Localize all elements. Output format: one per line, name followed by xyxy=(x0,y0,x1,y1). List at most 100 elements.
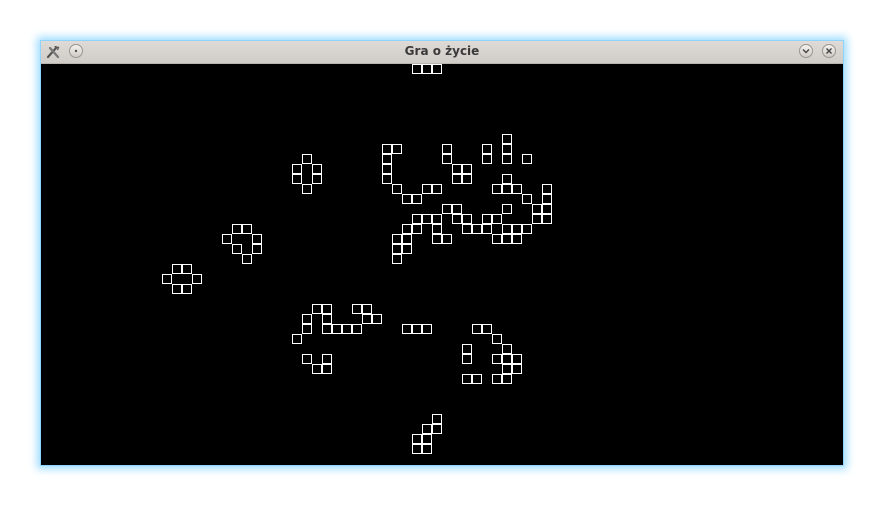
live-cell[interactable] xyxy=(502,224,512,234)
live-cell[interactable] xyxy=(352,304,362,314)
live-cell[interactable] xyxy=(462,354,472,364)
live-cell[interactable] xyxy=(432,234,442,244)
live-cell[interactable] xyxy=(432,64,442,74)
live-cell[interactable] xyxy=(342,324,352,334)
live-cell[interactable] xyxy=(502,234,512,244)
life-board[interactable] xyxy=(41,64,843,465)
live-cell[interactable] xyxy=(412,444,422,454)
live-cell[interactable] xyxy=(492,234,502,244)
live-cell[interactable] xyxy=(302,184,312,194)
live-cell[interactable] xyxy=(502,364,512,374)
live-cell[interactable] xyxy=(302,354,312,364)
live-cell[interactable] xyxy=(512,184,522,194)
live-cell[interactable] xyxy=(432,424,442,434)
live-cell[interactable] xyxy=(492,214,502,224)
live-cell[interactable] xyxy=(462,374,472,384)
board-grid[interactable] xyxy=(41,64,843,465)
live-cell[interactable] xyxy=(482,324,492,334)
live-cell[interactable] xyxy=(442,204,452,214)
live-cell[interactable] xyxy=(432,224,442,234)
live-cell[interactable] xyxy=(412,434,422,444)
live-cell[interactable] xyxy=(382,144,392,154)
live-cell[interactable] xyxy=(422,444,432,454)
live-cell[interactable] xyxy=(302,154,312,164)
live-cell[interactable] xyxy=(522,224,532,234)
live-cell[interactable] xyxy=(322,354,332,364)
live-cell[interactable] xyxy=(532,214,542,224)
live-cell[interactable] xyxy=(312,164,322,174)
live-cell[interactable] xyxy=(502,374,512,384)
live-cell[interactable] xyxy=(402,244,412,254)
live-cell[interactable] xyxy=(292,334,302,344)
live-cell[interactable] xyxy=(432,214,442,224)
live-cell[interactable] xyxy=(482,154,492,164)
live-cell[interactable] xyxy=(422,324,432,334)
live-cell[interactable] xyxy=(502,134,512,144)
live-cell[interactable] xyxy=(242,224,252,234)
live-cell[interactable] xyxy=(242,254,252,264)
live-cell[interactable] xyxy=(332,324,342,334)
live-cell[interactable] xyxy=(322,314,332,324)
live-cell[interactable] xyxy=(422,434,432,444)
live-cell[interactable] xyxy=(402,224,412,234)
live-cell[interactable] xyxy=(302,314,312,324)
live-cell[interactable] xyxy=(162,274,172,284)
live-cell[interactable] xyxy=(432,414,442,424)
live-cell[interactable] xyxy=(382,164,392,174)
live-cell[interactable] xyxy=(522,194,532,204)
live-cell[interactable] xyxy=(422,184,432,194)
live-cell[interactable] xyxy=(482,214,492,224)
live-cell[interactable] xyxy=(172,264,182,274)
live-cell[interactable] xyxy=(182,264,192,274)
live-cell[interactable] xyxy=(392,254,402,264)
live-cell[interactable] xyxy=(402,234,412,244)
live-cell[interactable] xyxy=(502,144,512,154)
live-cell[interactable] xyxy=(542,184,552,194)
live-cell[interactable] xyxy=(472,374,482,384)
live-cell[interactable] xyxy=(362,304,372,314)
live-cell[interactable] xyxy=(412,64,422,74)
live-cell[interactable] xyxy=(452,214,462,224)
live-cell[interactable] xyxy=(462,174,472,184)
live-cell[interactable] xyxy=(232,224,242,234)
live-cell[interactable] xyxy=(352,324,362,334)
live-cell[interactable] xyxy=(392,144,402,154)
live-cell[interactable] xyxy=(462,214,472,224)
live-cell[interactable] xyxy=(532,204,542,214)
live-cell[interactable] xyxy=(452,164,462,174)
live-cell[interactable] xyxy=(492,354,502,364)
live-cell[interactable] xyxy=(192,274,202,284)
live-cell[interactable] xyxy=(382,174,392,184)
live-cell[interactable] xyxy=(252,234,262,244)
live-cell[interactable] xyxy=(512,224,522,234)
close-icon[interactable] xyxy=(822,44,836,58)
live-cell[interactable] xyxy=(412,224,422,234)
live-cell[interactable] xyxy=(482,144,492,154)
minimize-icon[interactable] xyxy=(799,44,813,58)
live-cell[interactable] xyxy=(182,284,192,294)
live-cell[interactable] xyxy=(522,154,532,164)
live-cell[interactable] xyxy=(512,364,522,374)
live-cell[interactable] xyxy=(322,324,332,334)
live-cell[interactable] xyxy=(322,304,332,314)
live-cell[interactable] xyxy=(402,194,412,204)
live-cell[interactable] xyxy=(492,334,502,344)
live-cell[interactable] xyxy=(462,164,472,174)
live-cell[interactable] xyxy=(472,324,482,334)
live-cell[interactable] xyxy=(472,224,482,234)
live-cell[interactable] xyxy=(302,324,312,334)
live-cell[interactable] xyxy=(172,284,182,294)
live-cell[interactable] xyxy=(402,324,412,334)
live-cell[interactable] xyxy=(442,234,452,244)
live-cell[interactable] xyxy=(432,184,442,194)
title-bar[interactable]: Gra o życie xyxy=(41,41,843,64)
live-cell[interactable] xyxy=(502,344,512,354)
live-cell[interactable] xyxy=(392,234,402,244)
live-cell[interactable] xyxy=(222,234,232,244)
live-cell[interactable] xyxy=(322,364,332,374)
live-cell[interactable] xyxy=(372,314,382,324)
live-cell[interactable] xyxy=(442,154,452,164)
live-cell[interactable] xyxy=(502,204,512,214)
live-cell[interactable] xyxy=(492,374,502,384)
live-cell[interactable] xyxy=(422,424,432,434)
